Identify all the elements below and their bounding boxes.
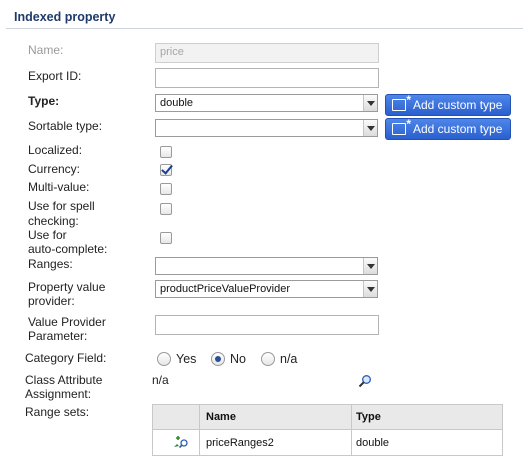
category-field-na-label: n/a xyxy=(280,352,298,366)
export-id-label: Export ID: xyxy=(28,69,82,83)
category-field-no-label: No xyxy=(230,352,246,366)
auto-complete-checkbox[interactable] xyxy=(160,232,172,244)
column-header-name: Name xyxy=(206,411,236,423)
table-header: Name Type xyxy=(153,405,502,430)
range-sets-label: Range sets: xyxy=(25,405,90,419)
add-custom-type-icon xyxy=(392,118,411,135)
type-label: Type: xyxy=(28,94,60,108)
localized-checkbox[interactable] xyxy=(160,146,172,158)
edit-icon[interactable] xyxy=(173,435,189,449)
property-value-provider-label-line2: provider: xyxy=(28,294,75,308)
add-custom-type-button[interactable]: Add custom type xyxy=(385,94,511,116)
spell-checking-label-line1: Use for spell xyxy=(28,199,95,213)
table-cell-name: priceRanges2 xyxy=(206,437,274,449)
currency-checkbox[interactable] xyxy=(160,164,172,176)
spell-checking-checkbox[interactable] xyxy=(160,203,172,215)
multi-value-label: Multi-value: xyxy=(28,180,90,194)
name-field[interactable]: price xyxy=(155,43,379,63)
sortable-type-label: Sortable type: xyxy=(28,119,103,133)
category-field-yes-radio[interactable] xyxy=(157,352,171,366)
value-provider-parameter-label-line1: Value Provider xyxy=(28,315,106,329)
column-divider xyxy=(199,405,200,455)
ranges-label: Ranges: xyxy=(28,257,73,271)
chevron-down-icon xyxy=(363,281,377,297)
property-value-provider-label-line1: Property value xyxy=(28,280,106,294)
auto-complete-label-line1: Use for xyxy=(28,228,67,242)
category-field-na-radio[interactable] xyxy=(261,352,275,366)
class-attribute-assignment-label-line2: Assignment: xyxy=(25,387,92,401)
auto-complete-label-line2: auto-complete: xyxy=(28,242,108,256)
sortable-type-select[interactable] xyxy=(155,119,378,137)
panel-title: Indexed property xyxy=(14,10,116,24)
category-field-no-radio[interactable] xyxy=(211,352,225,366)
currency-label: Currency: xyxy=(28,162,81,176)
spell-checking-label-line2: checking: xyxy=(28,214,79,228)
category-field-yes-label: Yes xyxy=(176,352,197,366)
export-id-field[interactable] xyxy=(155,68,379,88)
column-divider xyxy=(351,405,352,455)
property-value-provider-select[interactable]: productPriceValueProvider xyxy=(155,280,378,298)
value-provider-parameter-label-line2: Parameter: xyxy=(28,329,88,343)
type-select-value: double xyxy=(160,97,194,109)
range-sets-table: Name Type priceRanges2 double xyxy=(152,404,503,456)
value-provider-parameter-field[interactable] xyxy=(155,315,379,335)
add-custom-sortable-type-button[interactable]: Add custom type xyxy=(385,118,511,140)
column-header-type: Type xyxy=(356,411,381,423)
add-custom-type-icon xyxy=(392,94,411,111)
ranges-select[interactable] xyxy=(155,257,378,275)
table-cell-type: double xyxy=(356,437,390,449)
name-label: Name: xyxy=(28,43,64,57)
indexed-property-panel: Indexed property Name: price Export ID: … xyxy=(0,0,529,462)
chevron-down-icon xyxy=(363,120,377,136)
title-divider xyxy=(6,28,523,29)
localized-label: Localized: xyxy=(28,143,83,157)
search-icon[interactable] xyxy=(358,374,372,388)
type-select[interactable]: double xyxy=(155,94,378,112)
class-attribute-assignment-value: n/a xyxy=(152,373,169,387)
chevron-down-icon xyxy=(363,258,377,274)
chevron-down-icon xyxy=(363,95,377,111)
add-custom-type-label: Add custom type xyxy=(413,98,503,112)
property-value-provider-value: productPriceValueProvider xyxy=(160,283,291,295)
class-attribute-assignment-label-line1: Class Attribute xyxy=(25,373,103,387)
category-field-label: Category Field: xyxy=(25,351,107,365)
add-custom-type-label: Add custom type xyxy=(413,122,503,136)
multi-value-checkbox[interactable] xyxy=(160,183,172,195)
